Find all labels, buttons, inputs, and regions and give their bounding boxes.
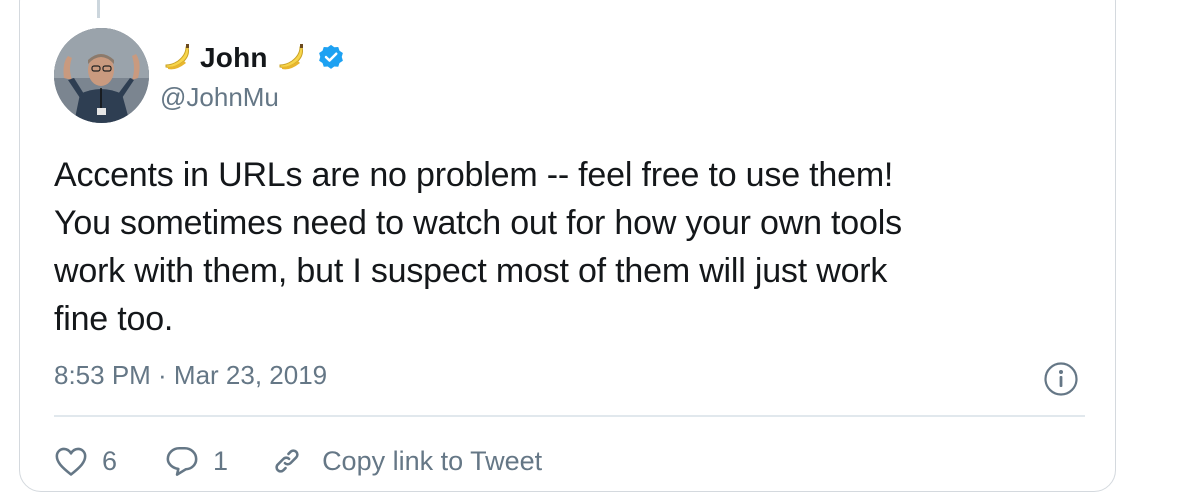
banana-icon <box>160 41 194 75</box>
avatar[interactable] <box>54 28 149 123</box>
author-display-name[interactable]: John <box>200 42 268 74</box>
tweet-text: Accents in URLs are no problem -- feel f… <box>54 151 1074 343</box>
tweet-actions: 6 1 Copy link to Tweet <box>54 436 542 486</box>
reply-bubble-icon <box>166 446 198 476</box>
tweet-text-line: Accents in URLs are no problem -- feel f… <box>54 156 894 194</box>
tweet-text-line: You sometimes need to watch out for how … <box>54 204 902 242</box>
like-button[interactable]: 6 <box>54 445 117 477</box>
copy-link-label: Copy link to Tweet <box>322 445 543 476</box>
divider <box>54 415 1085 417</box>
tweet-text-line: work with them, but I suspect most of th… <box>54 252 888 290</box>
thread-connector-line <box>97 0 100 18</box>
link-icon <box>275 449 299 473</box>
tweet-text-line: fine too. <box>54 300 174 338</box>
like-count: 6 <box>102 445 118 476</box>
reply-button[interactable]: 1 <box>165 445 228 477</box>
reply-count: 1 <box>213 445 229 476</box>
heart-icon <box>55 447 87 476</box>
info-icon[interactable] <box>1043 361 1079 397</box>
copy-link-button[interactable]: Copy link to Tweet <box>270 444 542 478</box>
tweet-timestamp[interactable]: 8:53 PM · Mar 23, 2019 <box>54 360 327 391</box>
author-name-row[interactable]: John <box>160 40 346 76</box>
author-handle[interactable]: @JohnMu <box>160 82 279 113</box>
verified-badge-icon <box>316 43 346 73</box>
banana-icon <box>274 41 308 75</box>
